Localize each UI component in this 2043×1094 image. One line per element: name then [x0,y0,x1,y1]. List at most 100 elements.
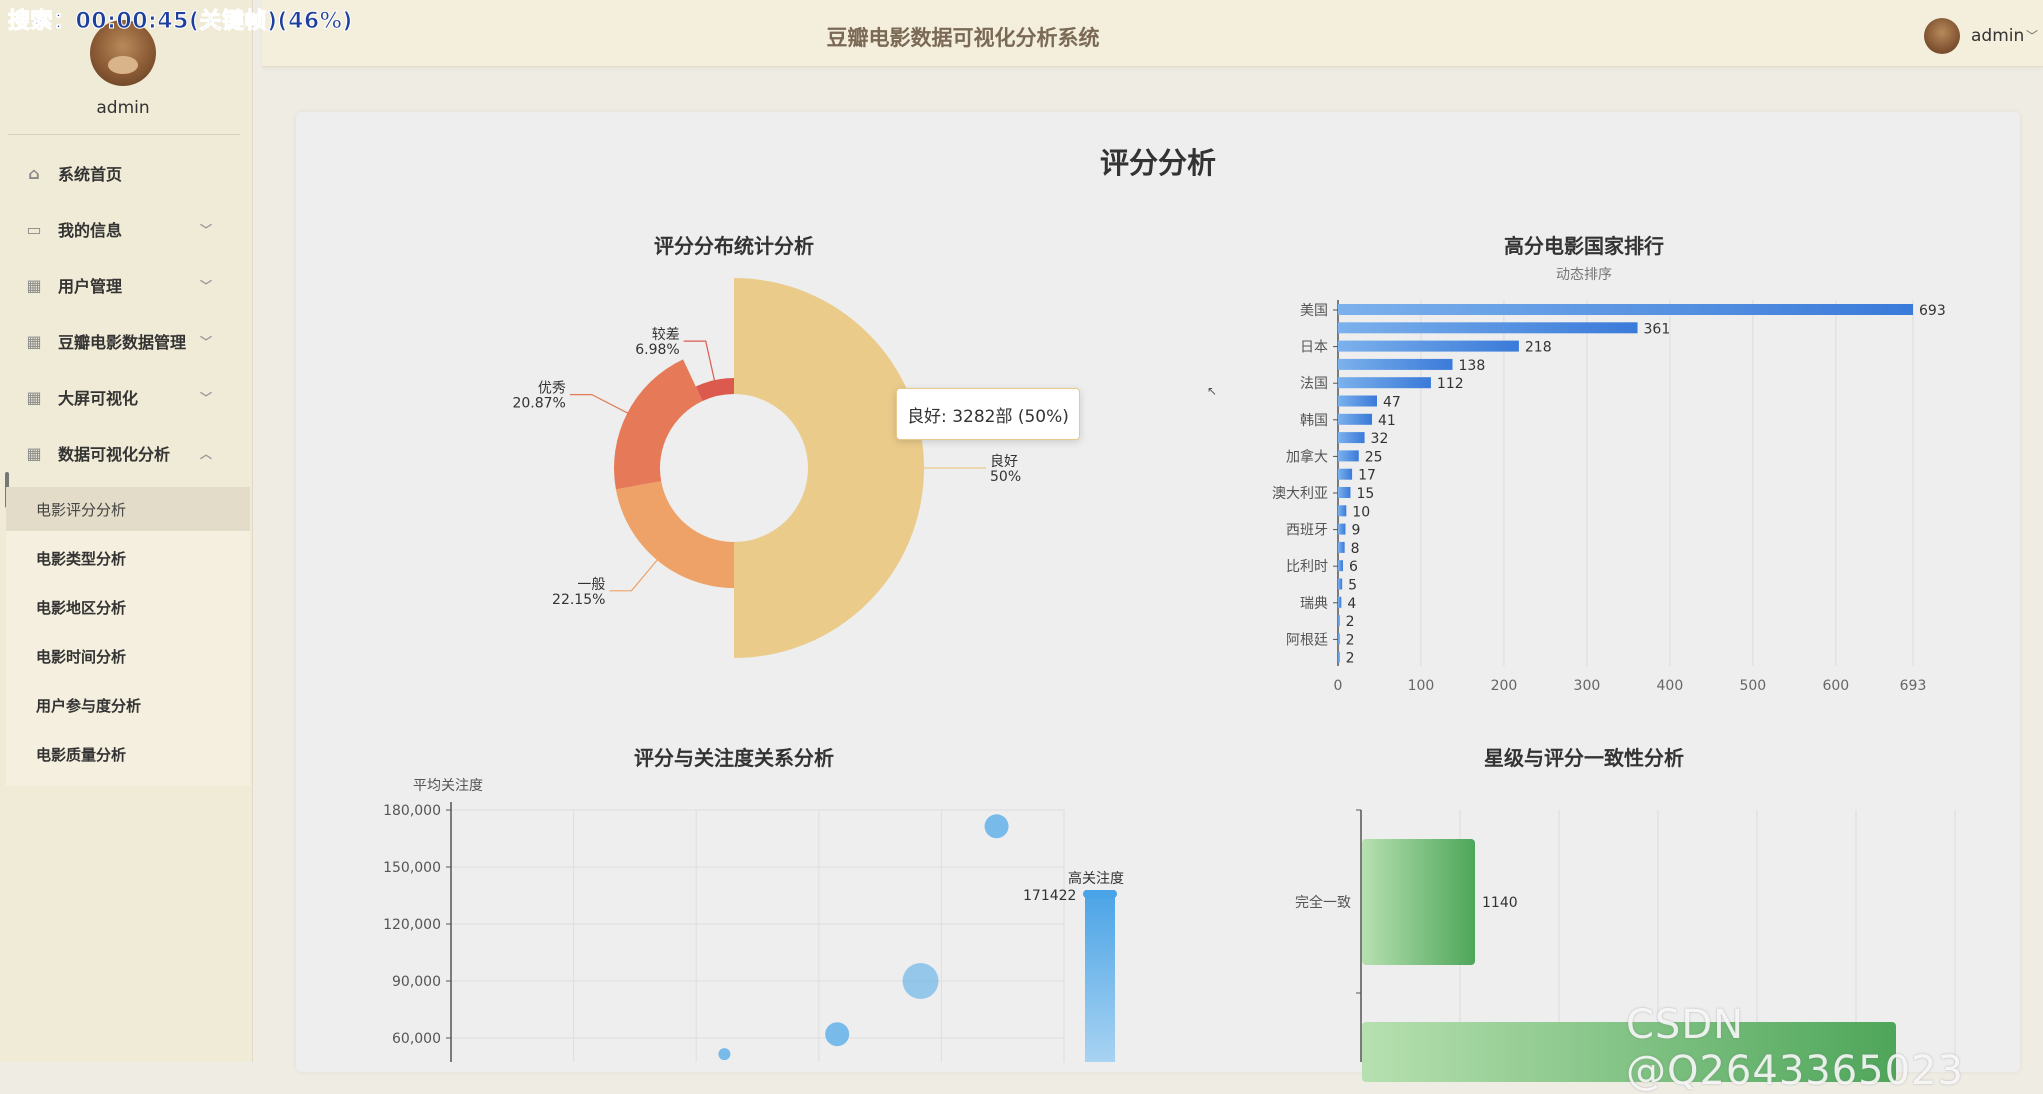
home-icon: ⌂ [28,163,40,183]
bar-category-label: 韩国 [1300,413,1328,429]
sidebar-item-my-info[interactable]: ▭ 我的信息 ﹀ [0,207,246,251]
sidebar-subitem-time-analysis[interactable]: 电影时间分析 [0,634,246,678]
bar-mark [1338,413,1373,425]
chevron-down-icon: ﹀ [199,278,212,293]
hbar-mark [1362,839,1475,965]
chevron-down-icon: ﹀ [199,222,212,237]
sidebar-item-home[interactable]: ⌂ 系统首页 [0,151,246,195]
bar-x-tick-label: 300 [1574,678,1601,694]
pie-slice-name: 一般 [577,577,605,593]
sidebar-item-label: 我的信息 [58,221,123,240]
scatter-y-tick-label: 90,000 [392,974,441,990]
pie-slice-percent: 6.98% [635,342,679,358]
bar-mark [1338,541,1345,553]
sidebar-item-user-management[interactable]: ▦ 用户管理 ﹀ [0,263,246,307]
bar-value-label: 5 [1348,578,1357,594]
bar-mark [1338,596,1342,608]
bar-mark [1338,358,1453,370]
sidebar-item-label: 系统首页 [58,165,123,184]
scatter-y-tick-label: 180,000 [383,803,441,819]
chevron-down-icon[interactable]: ﹀ [2026,27,2038,44]
bar-category-label: 澳大利亚 [1272,486,1328,502]
visual-map-handle[interactable] [1083,890,1117,898]
bar-x-tick-label: 693 [1900,678,1927,694]
bar-value-label: 4 [1347,596,1356,612]
bar-mark [1338,304,1913,315]
bar-value-label: 15 [1356,486,1374,502]
pie-slice [614,359,703,490]
bar-chart-subtitle: 动态排序 [1556,267,1612,283]
sidebar-item-movie-data[interactable]: ▦ 豆瓣电影数据管理 ﹀ [0,319,246,363]
pie-slice-name: 较差 [652,327,680,343]
bar-mark [1338,322,1638,334]
bar-value-label: 9 [1351,523,1360,539]
scatter-point [718,1048,731,1061]
bar-value-label: 138 [1459,358,1486,374]
sidebar-subitem-engagement-analysis[interactable]: 用户参与度分析 [0,683,246,727]
sidebar-item-label: 用户管理 [58,277,123,296]
bar-value-label: 2 [1346,632,1355,648]
grid-icon: ▦ [26,275,42,295]
sidebar-item-big-screen[interactable]: ▦ 大屏可视化 ﹀ [0,375,246,419]
pie-label-line [609,555,662,592]
pie-slice-percent: 50% [990,469,1021,485]
sidebar-item-data-analysis[interactable]: ▦ 数据可视化分析 ︿ [0,431,246,475]
pie-slice-name: 良好 [990,454,1018,470]
bar-mark [1338,377,1431,389]
sidebar-username: admin [96,98,150,118]
bar-category-label: 加拿大 [1286,448,1328,465]
visual-map-bar[interactable] [1085,890,1115,1062]
bar-value-label: 112 [1437,376,1464,392]
bar-mark [1338,340,1519,352]
bar-mark [1338,487,1351,498]
bar-category-label: 阿根廷 [1286,632,1328,648]
scatter-chart-title: 评分与关注度关系分析 [634,746,834,770]
sidebar-subitem-quality-analysis[interactable]: 电影质量分析 [0,732,246,776]
bar-category-label: 比利时 [1286,559,1328,575]
bar-mark [1338,468,1353,480]
hbar-value-label: 1140 [1482,895,1518,911]
sidebar: admin ⌂ 系统首页 ▭ 我的信息 ﹀ ▦ 用户管理 ﹀ ▦ 豆瓣电影数据管… [0,0,253,1062]
bar-value-label: 2 [1346,651,1355,667]
pie-slice [734,278,924,658]
sidebar-divider [8,134,240,135]
sidebar-item-label: 大屏可视化 [58,389,139,408]
sidebar-subitem-rating-analysis[interactable]: 电影评分分析 [6,487,250,531]
scatter-point [902,963,939,999]
bar-value-label: 17 [1358,468,1376,484]
sidebar-subitem-genre-analysis[interactable]: 电影类型分析 [0,536,246,580]
bar-x-tick-label: 400 [1657,678,1684,694]
hbar-category-label: 完全一致 [1295,894,1351,911]
avatar[interactable] [1924,18,1960,54]
grid-icon: ▦ [26,387,42,407]
video-overlay-text: 搜索：00:00:45(关键帧)(46%) [8,9,353,35]
pie-slice [615,481,734,588]
bar-mark [1338,615,1340,627]
grid-icon: ▦ [26,443,42,463]
bar-value-label: 6 [1349,559,1358,575]
scatter-y-tick-label: 120,000 [383,917,441,933]
chevron-down-icon: ﹀ [199,390,212,405]
bar-mark [1338,560,1343,572]
bar-category-label: 瑞典 [1300,596,1328,612]
bar-value-label: 218 [1525,340,1552,356]
bar-value-label: 693 [1919,303,1946,319]
bar-mark [1338,395,1377,407]
pie-chart-title: 评分分布统计分析 [654,234,814,258]
bar-value-label: 8 [1351,541,1360,557]
bar-mark [1338,450,1359,462]
bar-value-label: 25 [1365,449,1383,465]
bar-category-label: 法国 [1300,376,1328,392]
bar-category-label: 西班牙 [1286,523,1328,539]
bar-mark [1338,633,1340,645]
header-username[interactable]: admin [1971,26,2024,46]
bar-value-label: 2 [1346,614,1355,630]
pie-chart: 良好50% 一般22.15% 优秀20.87% 较差6.98% [512,278,1021,658]
pie-label-line [569,394,633,417]
sidebar-subitem-region-analysis[interactable]: 电影地区分析 [0,585,246,629]
bar-x-tick-label: 200 [1491,678,1518,694]
pie-slice-percent: 20.87% [512,396,565,412]
bar-mark [1338,505,1347,517]
bar-category-label: 日本 [1300,340,1328,356]
bar-x-tick-label: 100 [1408,678,1435,694]
